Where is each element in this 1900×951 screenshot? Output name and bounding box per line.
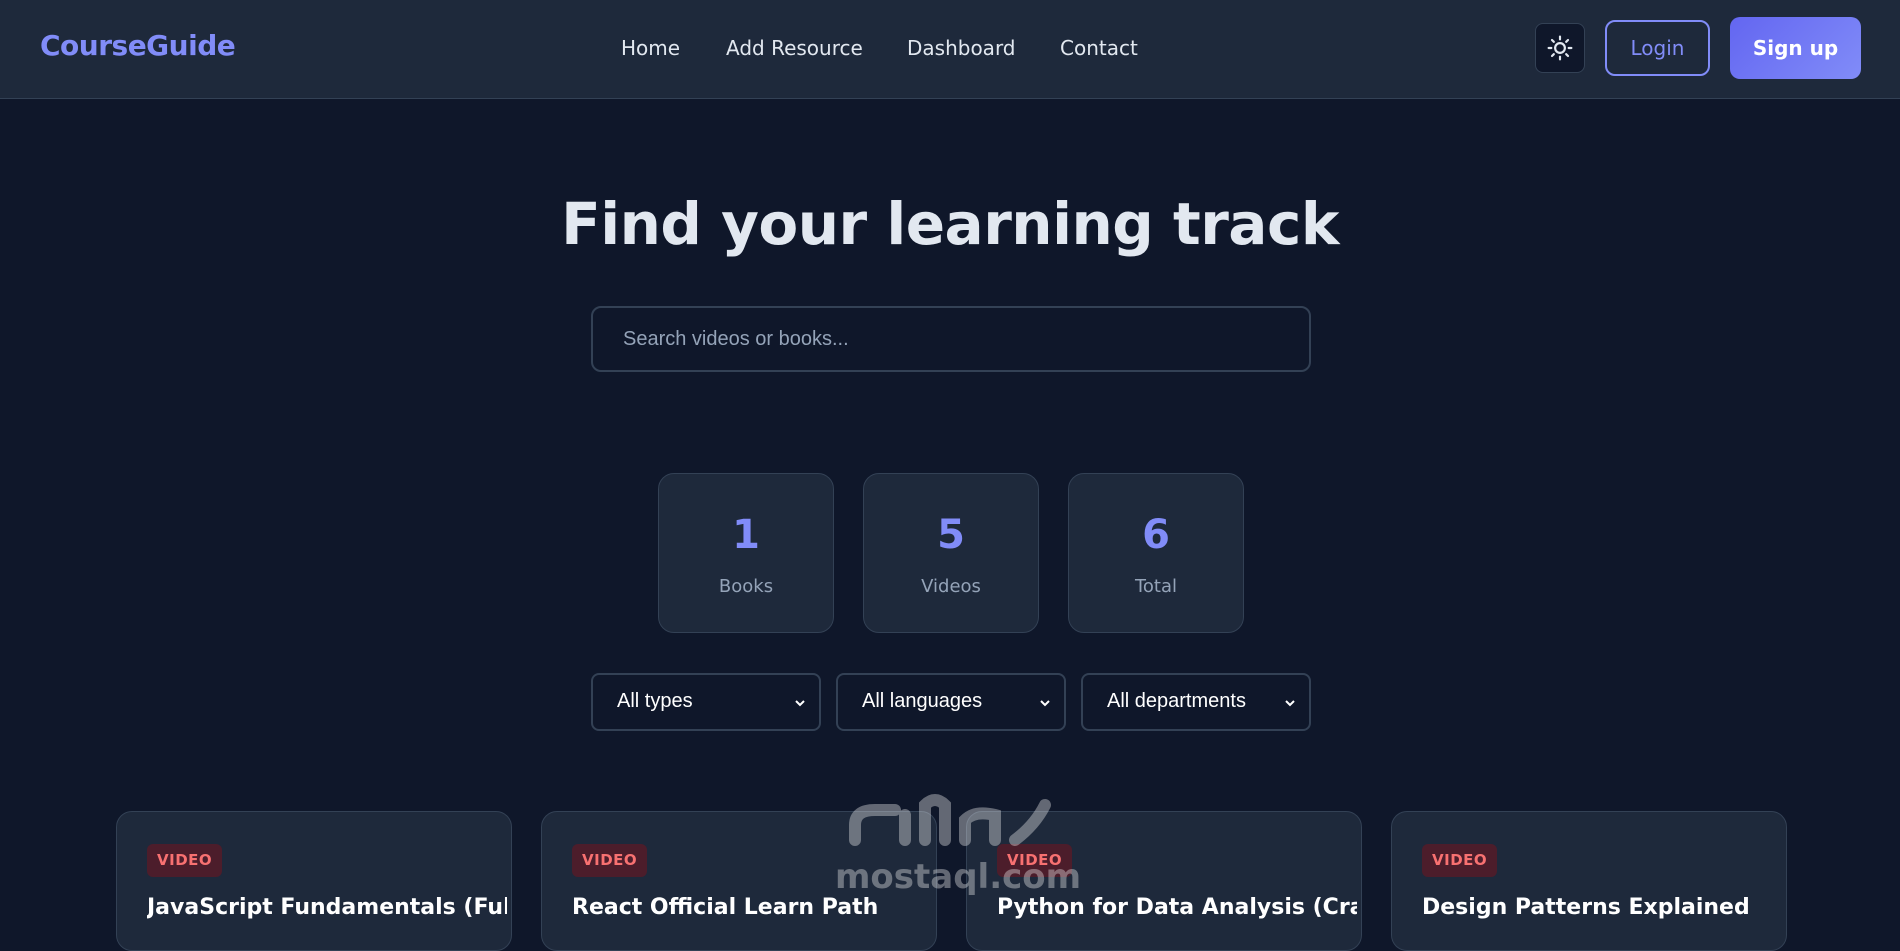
navbar: CourseGuide Home Add Resource Dashboard …	[0, 0, 1900, 99]
department-filter-value: All departments	[1107, 690, 1246, 712]
stat-label: Total	[1134, 576, 1178, 597]
type-filter-value: All types	[617, 690, 693, 712]
type-badge: VIDEO	[147, 844, 223, 877]
signup-button[interactable]: Sign up	[1730, 17, 1861, 79]
sun-icon	[1547, 35, 1573, 61]
search-input[interactable]	[591, 306, 1311, 372]
nav-link-dashboard[interactable]: Dashboard	[907, 36, 1016, 60]
stat-value: 6	[1142, 512, 1170, 558]
card-title: React Official Learn Path	[572, 895, 879, 920]
resource-card[interactable]: VIDEO React Official Learn Path	[541, 811, 937, 951]
card-title: Design Patterns Explained	[1422, 895, 1750, 920]
department-filter-select[interactable]: All departments	[1081, 673, 1311, 731]
stat-value: 1	[732, 512, 760, 558]
card-title: Python for Data Analysis (Crash	[997, 895, 1357, 920]
chevron-down-icon	[1285, 700, 1295, 707]
language-filter-select[interactable]: All languages	[836, 673, 1066, 731]
type-badge: VIDEO	[997, 844, 1073, 877]
type-badge: VIDEO	[572, 844, 648, 877]
resource-card[interactable]: VIDEO Python for Data Analysis (Crash	[966, 811, 1362, 951]
type-filter-select[interactable]: All types	[591, 673, 821, 731]
stat-card-videos: 5 Videos	[863, 473, 1039, 633]
nav-link-add-resource[interactable]: Add Resource	[726, 36, 863, 60]
chevron-down-icon	[795, 700, 805, 707]
stat-card-books: 1 Books	[658, 473, 834, 633]
nav-link-home[interactable]: Home	[621, 36, 680, 60]
login-button[interactable]: Login	[1605, 20, 1710, 76]
stat-label: Books	[718, 576, 774, 597]
type-badge: VIDEO	[1422, 844, 1498, 877]
nav-link-contact[interactable]: Contact	[1060, 36, 1138, 60]
language-filter-value: All languages	[862, 690, 983, 712]
resource-card[interactable]: VIDEO Design Patterns Explained	[1391, 811, 1787, 951]
card-title: JavaScript Fundamentals (Full	[147, 895, 507, 920]
page-title: Find your learning track	[561, 190, 1339, 258]
chevron-down-icon	[1040, 700, 1050, 707]
stat-value: 5	[937, 512, 965, 558]
stat-label: Videos	[921, 576, 981, 597]
resource-card[interactable]: VIDEO JavaScript Fundamentals (Full	[116, 811, 512, 951]
stat-card-total: 6 Total	[1068, 473, 1244, 633]
theme-toggle-button[interactable]	[1535, 23, 1585, 73]
